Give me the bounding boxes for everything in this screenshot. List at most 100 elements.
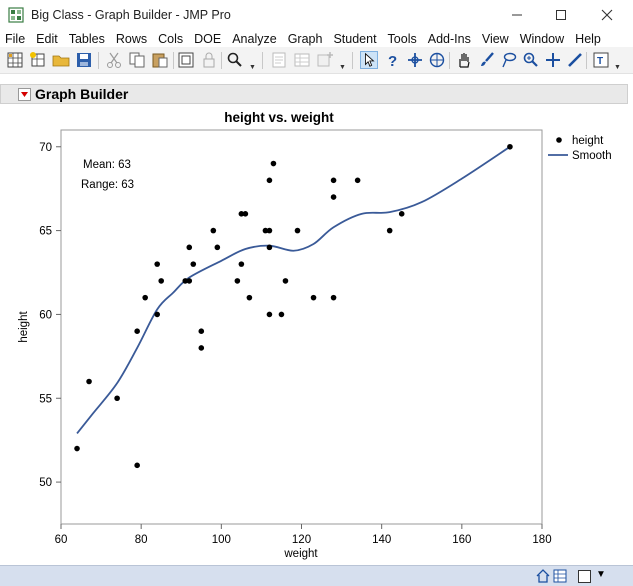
x-tick-label: 100 [212, 534, 231, 546]
scatter-chart: height vs. weight 60 80 100 120 140 160 180 50 5… [18, 110, 612, 560]
data-point [142, 294, 148, 301]
y-axis-label: height [18, 311, 30, 343]
open-folder-icon[interactable] [52, 51, 70, 69]
data-point [354, 177, 361, 184]
lasso-icon[interactable] [500, 51, 518, 69]
report-icon[interactable] [270, 51, 288, 69]
data-point [278, 311, 285, 318]
chevron-down-icon[interactable]: ▼ [614, 64, 621, 71]
window-title: Big Class - Graph Builder - JMP Pro [31, 8, 231, 22]
data-point [190, 261, 197, 267]
menu-view[interactable]: View [482, 32, 509, 46]
add-graph-icon[interactable] [316, 51, 334, 69]
data-point [234, 278, 241, 284]
crosshair-icon[interactable] [406, 51, 424, 69]
toolbar-separator [449, 52, 450, 69]
menu-graph[interactable]: Graph [288, 32, 323, 46]
menu-student[interactable]: Student [333, 32, 376, 46]
menu-tables[interactable]: Tables [69, 32, 105, 46]
data-table-icon[interactable] [553, 569, 567, 583]
arrow-pointer-icon[interactable] [360, 51, 378, 69]
zoom-icon[interactable] [522, 51, 540, 69]
table-report-icon[interactable] [293, 51, 311, 69]
menu-analyze[interactable]: Analyze [232, 32, 276, 46]
data-point [198, 328, 205, 334]
plus-icon[interactable] [544, 51, 562, 69]
data-point [310, 294, 317, 301]
lock-icon[interactable] [200, 51, 218, 69]
menu-cols[interactable]: Cols [158, 32, 183, 46]
menu-tools[interactable]: Tools [388, 32, 417, 46]
cut-icon[interactable] [105, 51, 123, 69]
save-icon[interactable] [75, 51, 93, 69]
chart-title: height vs. weight [224, 110, 334, 125]
data-point [270, 160, 277, 167]
maximize-button[interactable] [538, 0, 584, 30]
legend-label-smooth: Smooth [572, 150, 612, 162]
data-point [134, 328, 140, 334]
data-point [386, 227, 393, 234]
x-tick-label: 120 [292, 534, 311, 546]
grid-table-icon[interactable] [6, 51, 24, 69]
target-icon[interactable] [428, 51, 446, 69]
x-tick-label: 60 [55, 534, 68, 546]
y-tick-label: 65 [39, 226, 52, 238]
x-tick-label: 80 [135, 534, 148, 546]
minimize-button[interactable] [494, 0, 540, 30]
menu-file[interactable]: File [5, 32, 25, 46]
data-point [186, 278, 193, 284]
data-point [114, 395, 120, 402]
home-icon[interactable] [536, 569, 550, 583]
data-point [198, 345, 205, 351]
text-box-icon[interactable]: T [592, 51, 610, 69]
x-tick-label: 140 [372, 534, 391, 546]
menu-add-ins[interactable]: Add-Ins [428, 32, 471, 46]
data-point [266, 227, 273, 234]
data-point [214, 244, 221, 251]
data-point [186, 244, 193, 251]
toolbar-separator [262, 52, 263, 69]
x-tick-label: 180 [532, 534, 551, 546]
chevron-down-icon[interactable]: ▼ [249, 64, 256, 71]
toolbar-separator [586, 52, 587, 69]
journal-icon[interactable] [177, 51, 195, 69]
chevron-down-icon[interactable]: ▼ [339, 64, 346, 71]
minimize-icon [512, 14, 522, 16]
paste-icon[interactable] [151, 51, 169, 69]
data-point [266, 244, 273, 251]
data-point [294, 227, 301, 234]
graph-builder-title: Graph Builder [35, 86, 129, 102]
red-triangle-menu-icon[interactable] [18, 88, 31, 101]
menu-rows[interactable]: Rows [116, 32, 147, 46]
data-point [330, 194, 337, 200]
data-point [330, 177, 337, 184]
copy-icon[interactable] [128, 51, 146, 69]
new-data-table-icon[interactable] [29, 51, 47, 69]
y-tick-label: 70 [39, 142, 52, 154]
data-point [266, 311, 273, 318]
data-point [282, 278, 289, 284]
brush-icon[interactable] [478, 51, 496, 69]
data-point [158, 278, 165, 284]
x-tick-label: 160 [452, 534, 471, 546]
menu-help[interactable]: Help [575, 32, 601, 46]
data-point [330, 294, 337, 301]
data-point [266, 177, 273, 184]
hand-icon[interactable] [455, 51, 473, 69]
close-icon [601, 9, 613, 21]
toolbar-separator [221, 52, 222, 69]
ruler-icon[interactable] [566, 51, 584, 69]
menu-window[interactable]: Window [520, 32, 564, 46]
legend-label-height: height [572, 135, 604, 147]
y-tick-label: 60 [39, 309, 52, 321]
help-icon[interactable]: ? [383, 51, 401, 69]
window-list-icon[interactable] [578, 570, 591, 583]
chevron-down-icon[interactable]: ▼ [596, 569, 606, 580]
annotation-range: Range: 63 [81, 179, 134, 191]
close-button[interactable] [584, 0, 630, 30]
menu-edit[interactable]: Edit [36, 32, 58, 46]
menu-doe[interactable]: DOE [194, 32, 221, 46]
search-icon[interactable] [226, 51, 244, 69]
toolbar-separator [173, 52, 174, 69]
svg-text:?: ? [388, 53, 397, 69]
